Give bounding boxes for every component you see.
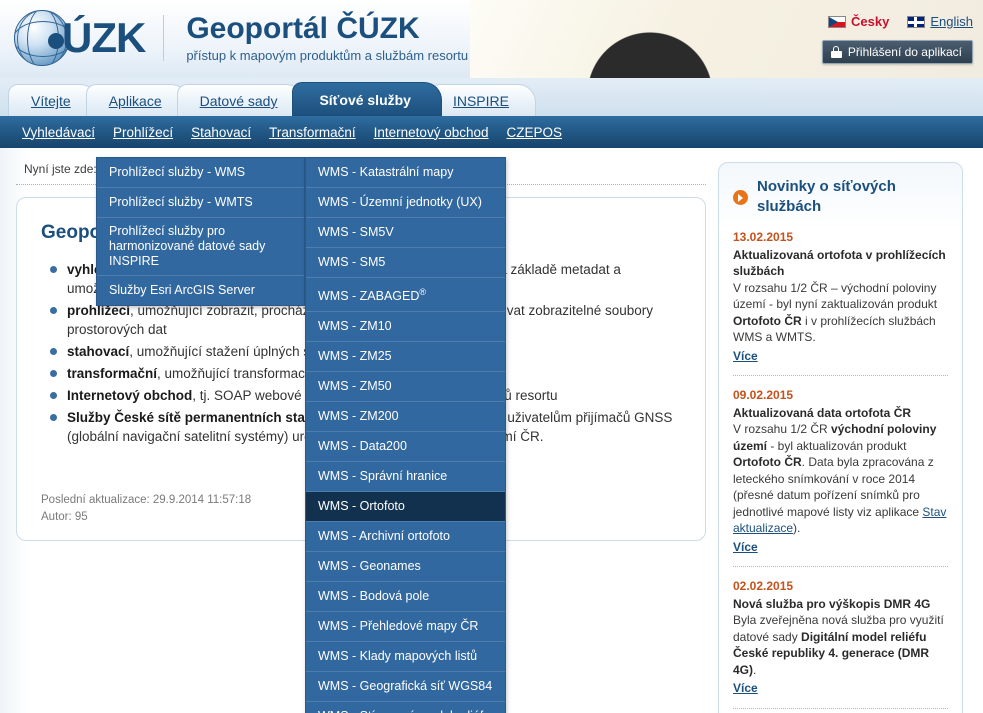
menu-item-arcgis[interactable]: Služby Esri ArcGIS Server [97, 276, 304, 305]
nav-stahovaci[interactable]: Stahovací [191, 125, 251, 140]
menu-item-katastralni-mapy[interactable]: WMS - Katastrální mapy [306, 158, 505, 188]
menu-item-spravni-hranice[interactable]: WMS - Správní hranice [306, 462, 505, 493]
site-logo[interactable]: ÚZK Geoportál ČÚZK přístup k mapovým pro… [14, 10, 468, 66]
nav-prohlizeci[interactable]: Prohlížecí [113, 125, 173, 140]
news-body-bold: Ortofoto ČR [733, 313, 802, 328]
tab-sitove-sluzby[interactable]: Síťové služby [292, 82, 442, 116]
news-body-part: . [753, 662, 757, 677]
news-more-link[interactable]: Více [733, 348, 758, 365]
news-headline: Aktualizovaná ortofota v prohlížecích sl… [733, 247, 946, 279]
list-item-bold: transformační [67, 366, 158, 381]
page-title: Geoportál ČÚZK [186, 12, 420, 46]
news-item: 09.02.2015 Aktualizovaná data ortofota Č… [733, 387, 948, 555]
news-body-part: - byl aktualizován produkt [767, 438, 907, 453]
menu-item-zabaged[interactable]: WMS - ZABAGED® [306, 278, 505, 313]
page-root: Lánov Černý Důl Janské Láz Hor. Maršov 1… [0, 0, 983, 713]
news-body-part: V rozsahu 1/2 ČR – východní poloviny úze… [733, 280, 938, 312]
news-date: 13.02.2015 [733, 230, 794, 244]
news-more-link[interactable]: Více [733, 539, 758, 556]
flag-cz-icon [828, 15, 847, 28]
news-panel-title: Novinky o síťových službách [757, 178, 896, 215]
news-body-bold: Ortofoto ČR [733, 455, 802, 469]
news-divider [733, 375, 948, 376]
menu-item-wms[interactable]: Prohlížecí služby - WMS [97, 158, 304, 188]
tab-vitejte[interactable]: Vítejte [8, 84, 98, 116]
menu-item-zm50[interactable]: WMS - ZM50 [306, 372, 505, 403]
nav-transformacni[interactable]: Transformační [269, 125, 356, 140]
tab-inspire-label: INSPIRE [452, 93, 509, 109]
menu-item-ortofoto[interactable]: WMS - Ortofoto [306, 492, 505, 523]
menu-item-stinovany-model[interactable]: WMS - Stínovaný model reliéfu [306, 702, 505, 713]
list-item-bold: stahovací [67, 344, 130, 359]
menu-item-klady-mapovych-listu[interactable]: WMS - Klady mapových listů [306, 642, 505, 673]
menu-item-archivni-ortofoto[interactable]: WMS - Archivní ortofoto [306, 522, 505, 553]
news-headline: Nová služba pro výškopis DMR 4G [733, 596, 931, 611]
language-cs-label: Česky [851, 14, 890, 29]
site-subtitle: přístup k mapovým produktům a službám re… [186, 47, 469, 63]
menu-item-zm200[interactable]: WMS - ZM200 [306, 402, 505, 433]
menu-item-zm10[interactable]: WMS - ZM10 [306, 312, 505, 343]
menu-item-sm5[interactable]: WMS - SM5 [306, 248, 505, 278]
news-date: 09.02.2015 [733, 388, 794, 402]
news-item: 13.02.2015 Aktualizovaná ortofota v proh… [733, 229, 948, 364]
tab-inspire[interactable]: INSPIRE [429, 84, 536, 116]
header-banner-image: Lánov Černý Důl Janské Láz Hor. Maršov 1… [470, 0, 983, 78]
sub-navigation: Vyhledávací Prohlížecí Stahovací Transfo… [0, 116, 983, 148]
lock-icon [830, 46, 842, 58]
tab-vitejte-label: Vítejte [31, 93, 71, 109]
menu-item-zabaged-label: WMS - ZABAGED [318, 289, 420, 304]
language-en-label: English [930, 14, 973, 29]
tab-aplikace-label: Aplikace [108, 93, 162, 109]
main-tabs: Vítejte Aplikace Datové sady Síťové služ… [0, 78, 983, 116]
dropdown-menu-prohlizeci: Prohlížecí služby - WMS Prohlížecí služb… [96, 157, 305, 306]
news-date: 02.02.2015 [733, 579, 794, 593]
news-body: V rozsahu 1/2 ČR – východní poloviny úze… [733, 280, 948, 346]
play-arrow-icon [733, 190, 748, 205]
login-button-label: Přihlášení do aplikací [847, 45, 962, 59]
news-body: V rozsahu 1/2 ČR východní poloviny území… [733, 421, 948, 537]
site-header: Lánov Černý Důl Janské Láz Hor. Maršov 1… [0, 0, 983, 78]
menu-item-wmts[interactable]: Prohlížecí služby - WMTS [97, 188, 304, 218]
flag-gb-icon [907, 15, 926, 28]
news-body: Byla zveřejněna nová služba pro využití … [733, 612, 948, 678]
menu-item-sm5v[interactable]: WMS - SM5V [306, 218, 505, 248]
news-more-link[interactable]: Více [733, 680, 758, 697]
nav-czepos[interactable]: CZEPOS [507, 125, 563, 140]
menu-item-inspire[interactable]: Prohlížecí služby pro harmonizované dato… [97, 218, 304, 276]
menu-item-geograficka-sit-wgs84[interactable]: WMS - Geografická síť WGS84 [306, 672, 505, 703]
logo-wordmark: ÚZK [48, 14, 146, 62]
news-panel: Novinky o síťových službách 13.02.2015 A… [718, 162, 963, 713]
language-cs[interactable]: Česky [828, 14, 889, 29]
nav-internetovy-obchod[interactable]: Internetový obchod [374, 125, 489, 140]
news-headline: Aktualizovaná data ortofota ČR [733, 405, 912, 420]
logo-dot [48, 32, 64, 49]
menu-item-data200[interactable]: WMS - Data200 [306, 432, 505, 463]
tab-aplikace[interactable]: Aplikace [85, 84, 189, 116]
menu-item-uzemni-jednotky[interactable]: WMS - Územní jednotky (UX) [306, 188, 505, 218]
menu-item-prehledove-mapy[interactable]: WMS - Přehledové mapy ČR [306, 612, 505, 643]
login-button[interactable]: Přihlášení do aplikací [821, 40, 973, 64]
menu-item-geonames[interactable]: WMS - Geonames [306, 552, 505, 583]
tab-sitove-sluzby-label: Síťové služby [319, 92, 411, 108]
tab-datove-sady[interactable]: Datové sady [176, 84, 305, 116]
language-switcher: Česky English [828, 14, 973, 29]
list-item-bold: Internetový obchod [67, 388, 193, 403]
news-body-part: V rozsahu 1/2 ČR [733, 422, 832, 436]
news-divider [733, 707, 948, 709]
logo-divider [163, 15, 165, 61]
tab-datove-sady-label: Datové sady [199, 93, 278, 109]
menu-item-zm25[interactable]: WMS - ZM25 [306, 342, 505, 373]
nav-vyhledavaci[interactable]: Vyhledávací [22, 125, 95, 140]
news-body-part: ). [793, 521, 801, 535]
dropdown-menu-wms-list: WMS - Katastrální mapy WMS - Územní jedn… [305, 157, 506, 713]
news-divider [733, 566, 948, 567]
news-item: 02.02.2015 Nová služba pro výškopis DMR … [733, 578, 948, 697]
language-en[interactable]: English [907, 14, 973, 29]
menu-item-bodova-pole[interactable]: WMS - Bodová pole [306, 582, 505, 613]
registered-mark-icon: ® [419, 287, 427, 297]
news-header: Novinky o síťových službách [733, 177, 948, 217]
